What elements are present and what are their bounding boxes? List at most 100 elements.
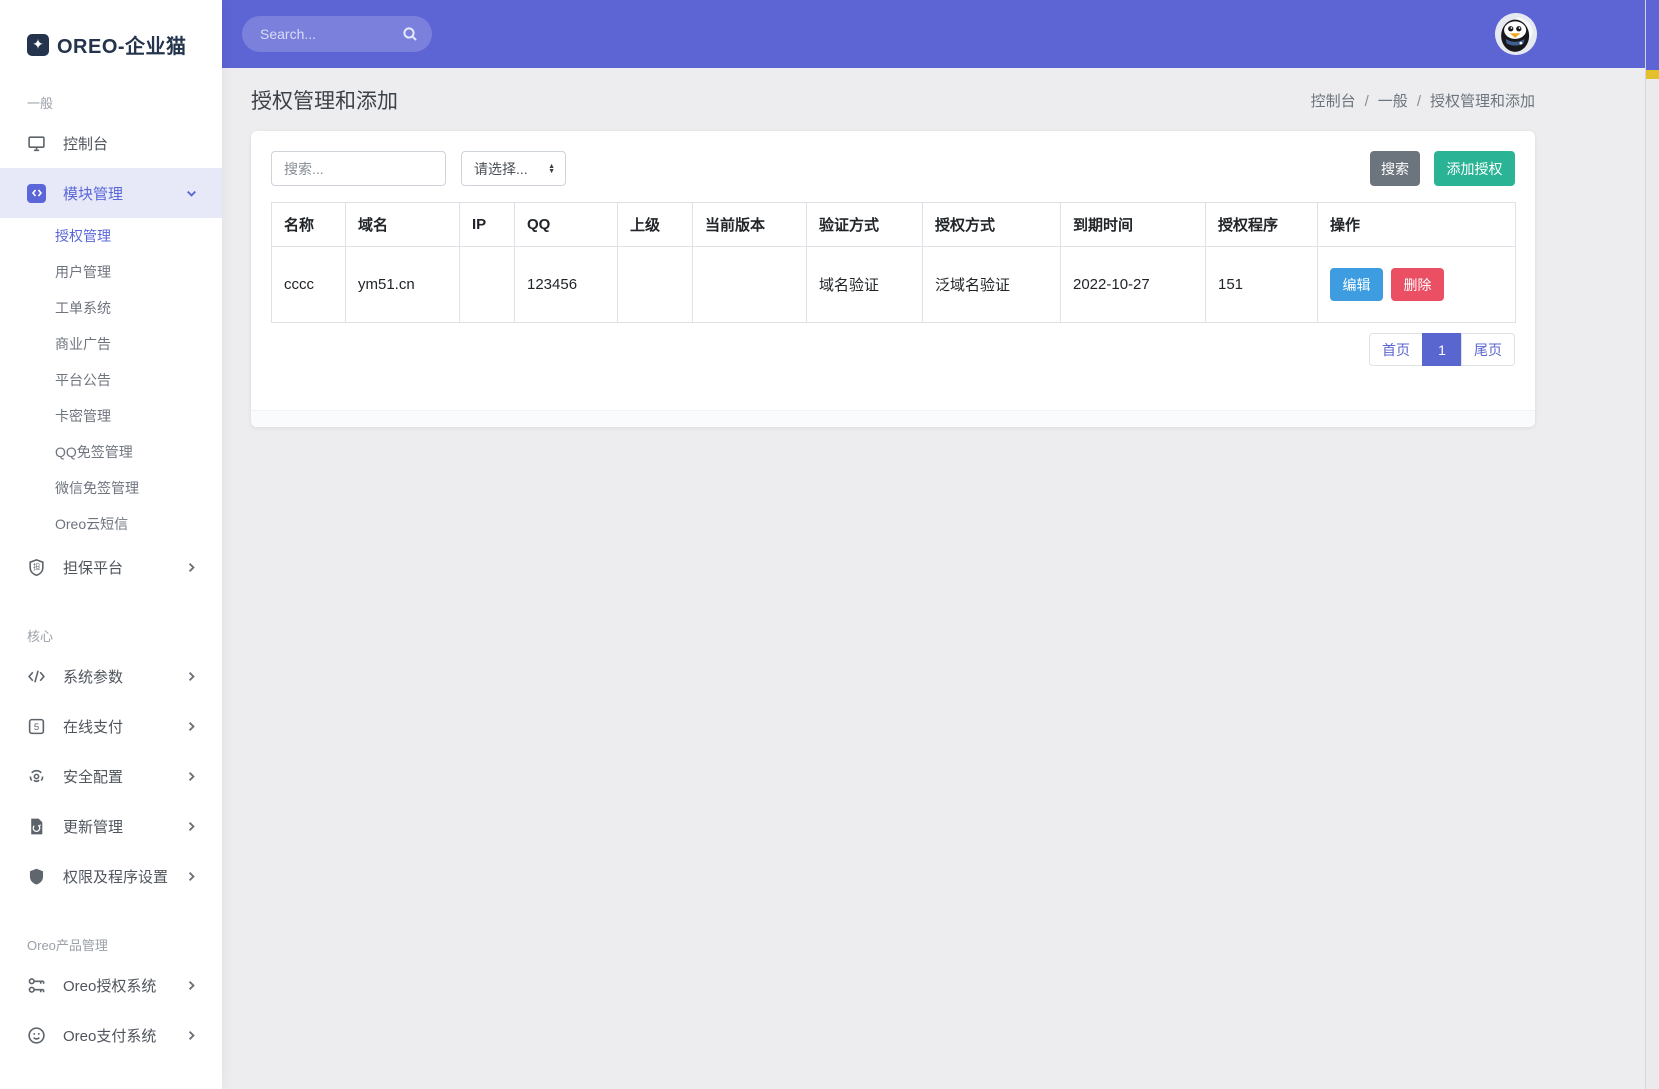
pagination-page-current[interactable]: 1 — [1422, 333, 1462, 366]
update-file-icon — [27, 817, 46, 836]
topbar-search[interactable] — [242, 16, 432, 52]
chevron-down-icon — [185, 187, 198, 200]
search-icon[interactable] — [402, 26, 418, 42]
table-header-授权方式: 授权方式 — [922, 202, 1061, 247]
table-cell: ym51.cn — [345, 246, 460, 323]
sidebar-item-label: 系统参数 — [63, 668, 124, 686]
table-cell: 151 — [1205, 246, 1318, 323]
chevron-right-icon — [185, 979, 198, 992]
chevron-right-icon — [185, 820, 198, 833]
table-header-IP: IP — [459, 202, 515, 247]
table-cell: cccc — [271, 246, 346, 323]
breadcrumb-separator: / — [1364, 92, 1369, 110]
sidebar-section-label: Oreo产品管理 — [27, 938, 108, 953]
sidebar-subitem-微信免签管理[interactable]: 微信免签管理 — [0, 470, 222, 506]
delete-button[interactable]: 删除 — [1391, 268, 1444, 301]
sidebar-nav: 一般控制台模块管理 授权管理 用户管理 工单系统 商业广告 平台公告 卡密管理 QQ免签管理微… — [0, 93, 222, 1060]
shield-filled-icon — [27, 867, 46, 886]
sidebar-subitem-平台公告[interactable]: 平台公告 — [0, 362, 222, 398]
filter-select[interactable]: 请选择... ▲ ▼ — [461, 151, 566, 186]
monitor-icon — [27, 134, 46, 153]
sidebar-subitem-Oreo云短信[interactable]: Oreo云短信 — [0, 506, 222, 542]
sidebar-section-label: 核心 — [27, 629, 54, 644]
edit-button[interactable]: 编辑 — [1330, 268, 1383, 301]
sidebar-item-Oreo授权系统[interactable]: Oreo授权系统 — [0, 960, 222, 1010]
sidebar-item-label: 担保平台 — [63, 559, 124, 577]
svg-text:5: 5 — [34, 721, 39, 732]
code-icon — [27, 667, 46, 686]
sidebar-item-权限及程序设置[interactable]: 权限及程序设置 — [0, 851, 222, 901]
table-cell: 域名验证 — [806, 246, 923, 323]
topbar — [222, 0, 1645, 68]
chevron-right-icon — [185, 720, 198, 733]
main-area: 授权管理和添加 控制台 / 一般 / 授权管理和添加 请选择... ▲▼ 搜索 添加授权… — [222, 0, 1645, 1089]
sidebar-item-label: Oreo支付系统 — [63, 1027, 157, 1045]
table-cell — [459, 246, 515, 323]
sidebar-item-label: 控制台 — [63, 135, 109, 153]
table-header-操作: 操作 — [1317, 202, 1516, 247]
star-badge-icon: ✦ — [27, 33, 49, 56]
table-header-授权程序: 授权程序 — [1205, 202, 1318, 247]
search-input[interactable] — [260, 26, 402, 42]
brand-title: OREO-企业猫 — [57, 36, 187, 58]
table-row: cccc ym51.cn 123456 域名验证 泛域名验证 2022-10-27 151 编… — [271, 246, 1516, 323]
authorizations-table: 名称 域名 IP QQ 上级 当前版本 验证方式 授权方式 到期时间 授权程序 操作 cccc ym51… — [271, 202, 1516, 323]
sidebar-subitem-工单系统[interactable]: 工单系统 — [0, 290, 222, 326]
chevron-right-icon — [185, 870, 198, 883]
sidebar-item-label: Oreo授权系统 — [63, 977, 157, 995]
filter-select-value: 请选择... — [474, 160, 528, 177]
table-cell — [692, 246, 807, 323]
pagination-first[interactable]: 首页 — [1369, 333, 1423, 366]
sidebar-subitem-QQ免签管理[interactable]: QQ免签管理 — [0, 434, 222, 470]
pagination-last[interactable]: 尾页 — [1461, 333, 1515, 366]
sidebar-item-Oreo支付系统[interactable]: Oreo支付系统 — [0, 1010, 222, 1060]
fingerprint-icon — [27, 767, 46, 786]
table-cell — [617, 246, 693, 323]
sidebar-item-担保平台[interactable]: 担 担保平台 — [0, 542, 222, 592]
sidebar-item-更新管理[interactable]: 更新管理 — [0, 801, 222, 851]
sidebar-item-label: 权限及程序设置 — [63, 868, 169, 886]
chevron-right-icon — [185, 670, 198, 683]
table-cell: 泛域名验证 — [922, 246, 1061, 323]
breadcrumb-item[interactable]: 控制台 — [1311, 93, 1356, 110]
content: 授权管理和添加 控制台 / 一般 / 授权管理和添加 请选择... ▲▼ 搜索 添加授权… — [222, 68, 1645, 427]
sidebar-subitem-授权管理[interactable]: 授权管理 — [0, 218, 222, 254]
sidebar-item-在线支付[interactable]: 5 在线支付 — [0, 701, 222, 751]
table-header-域名: 域名 — [345, 202, 460, 247]
sidebar-item-系统参数[interactable]: 系统参数 — [0, 651, 222, 701]
sidebar-item-控制台[interactable]: 控制台 — [0, 118, 222, 168]
chevron-right-icon — [185, 1029, 198, 1042]
sidebar-item-label: 在线支付 — [63, 718, 124, 736]
breadcrumb: 控制台 / 一般 / 授权管理和添加 — [1311, 90, 1535, 111]
sidebar-item-label: 安全配置 — [63, 768, 124, 786]
brand[interactable]: ✦ OREO-企业猫 — [0, 0, 222, 59]
chevron-right-icon — [185, 770, 198, 783]
svg-text:担: 担 — [33, 562, 41, 571]
qq-penguin-avatar[interactable] — [1495, 13, 1537, 55]
table-toolbar: 请选择... ▲▼ 搜索 添加授权 — [251, 131, 1535, 186]
keys-icon — [27, 976, 46, 995]
table-cell-actions: 编辑 删除 — [1317, 246, 1516, 323]
sidebar-item-安全配置[interactable]: 安全配置 — [0, 751, 222, 801]
add-auth-button[interactable]: 添加授权 — [1434, 151, 1515, 186]
sidebar: ✦ OREO-企业猫 一般控制台模块管理 授权管理 用户管理 工单系统 商业广告 平台公告… — [0, 0, 222, 1089]
sidebar-subitem-商业广告[interactable]: 商业广告 — [0, 326, 222, 362]
filter-search-input[interactable] — [271, 151, 446, 186]
sidebar-section-label: 一般 — [27, 96, 54, 111]
breadcrumb-item[interactable]: 一般 — [1378, 93, 1408, 110]
sidebar-item-模块管理[interactable]: 模块管理 — [0, 168, 222, 218]
card-footer — [251, 410, 1535, 427]
pagination: 首页 1 尾页 — [251, 333, 1515, 366]
table-header-当前版本: 当前版本 — [692, 202, 807, 247]
sidebar-subitem-用户管理[interactable]: 用户管理 — [0, 254, 222, 290]
search-button[interactable]: 搜索 — [1370, 151, 1420, 186]
face-circle-icon — [27, 1026, 46, 1045]
sort-arrows-icon: ▲ ▼ — [548, 162, 555, 175]
app-window: ✦ OREO-企业猫 一般 控制台 模块管理 授权管理 用户管理 工单系统 商业广告 平台公告… — [0, 0, 1659, 1089]
sidebar-subitem-卡密管理[interactable]: 卡密管理 — [0, 398, 222, 434]
table-header-到期时间: 到期时间 — [1060, 202, 1206, 247]
table-cell: 123456 — [514, 246, 618, 323]
page-title: 授权管理和添加 — [251, 90, 398, 113]
table-header-上级: 上级 — [617, 202, 693, 247]
table-header-名称: 名称 — [271, 202, 346, 247]
